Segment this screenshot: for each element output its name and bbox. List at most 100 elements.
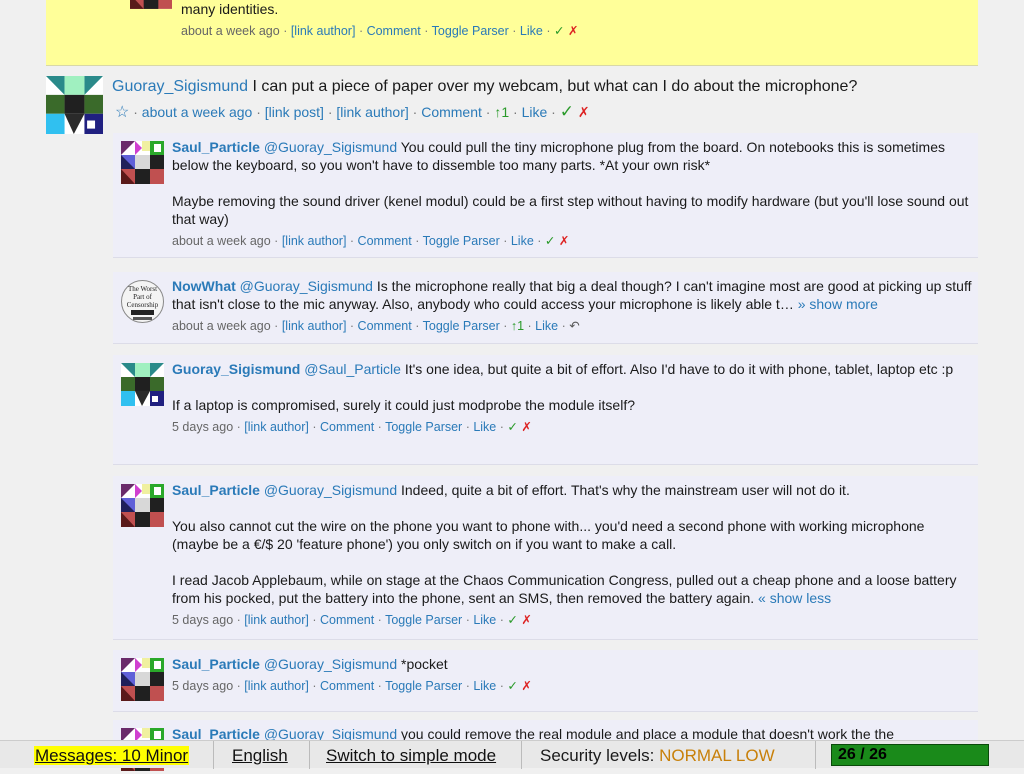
check-icon[interactable]: ✓ bbox=[507, 420, 517, 434]
mention-link[interactable]: @Guoray_Sigismund bbox=[240, 278, 373, 294]
show-less-link[interactable]: « show less bbox=[758, 590, 831, 606]
toggle-parser-link[interactable]: Toggle Parser bbox=[385, 420, 462, 434]
reply-text: Indeed, quite a bit of effort. That's wh… bbox=[401, 482, 850, 498]
toggle-parser-link[interactable]: Toggle Parser bbox=[423, 234, 500, 248]
check-icon[interactable]: ✓ bbox=[507, 679, 517, 693]
identicon-avatar[interactable] bbox=[121, 658, 164, 701]
svg-text:The Worst: The Worst bbox=[128, 285, 157, 293]
identicon-avatar[interactable] bbox=[121, 141, 164, 184]
timestamp: about a week ago bbox=[172, 234, 271, 248]
comment-link[interactable]: Comment bbox=[320, 679, 374, 693]
reply-text: You also cannot cut the wire on the phon… bbox=[172, 518, 925, 552]
check-icon[interactable]: ✓ bbox=[554, 24, 564, 38]
timestamp: 5 days ago bbox=[172, 679, 234, 693]
toggle-parser-link[interactable]: Toggle Parser bbox=[423, 319, 500, 333]
check-icon[interactable]: ✓ bbox=[560, 102, 574, 121]
status-bar: Messages: 10 Minor English Switch to sim… bbox=[0, 740, 1024, 769]
comment-text: many identities. bbox=[181, 1, 279, 17]
reply: The Worst Part of Censorship NowWhat @Gu… bbox=[113, 272, 978, 344]
link-author[interactable]: [link author] bbox=[244, 613, 309, 627]
reply-meta: 5 days ago · [link author] · Comment · T… bbox=[172, 420, 532, 434]
cross-icon[interactable]: ✗ bbox=[559, 234, 569, 248]
security-label: Security levels: bbox=[540, 746, 655, 765]
timestamp: about a week ago bbox=[172, 319, 271, 333]
identicon-avatar[interactable] bbox=[121, 484, 164, 527]
link-author[interactable]: [link author] bbox=[282, 234, 347, 248]
link-post[interactable]: [link post] bbox=[265, 104, 324, 120]
reply-meta: 5 days ago · [link author] · Comment · T… bbox=[172, 679, 532, 693]
like-link[interactable]: Like bbox=[522, 104, 548, 120]
link-author[interactable]: [link author] bbox=[282, 319, 347, 333]
cross-icon[interactable]: ✗ bbox=[568, 24, 578, 38]
link-author[interactable]: [link author] bbox=[336, 104, 408, 120]
reply: Saul_Particle @Guoray_Sigismund Indeed, … bbox=[113, 476, 978, 640]
vote-count: ↑1 bbox=[494, 104, 510, 120]
comment-link[interactable]: Comment bbox=[358, 319, 412, 333]
post-header: Guoray_Sigismund I can put a piece of pa… bbox=[112, 78, 857, 96]
newspaper-avatar[interactable]: The Worst Part of Censorship bbox=[121, 280, 164, 323]
identicon-avatar[interactable] bbox=[130, 0, 172, 26]
post-author[interactable]: Guoray_Sigismund bbox=[112, 78, 248, 95]
reply: Saul_Particle @Guoray_Sigismund You coul… bbox=[113, 133, 978, 258]
cross-icon[interactable]: ✗ bbox=[578, 104, 590, 120]
cross-icon[interactable]: ✗ bbox=[521, 679, 531, 693]
messages-link[interactable]: Messages: 10 Minor bbox=[34, 746, 190, 765]
link-author[interactable]: [link author] bbox=[244, 679, 309, 693]
post-text: I can put a piece of paper over my webca… bbox=[252, 78, 858, 95]
link-author[interactable]: [link author] bbox=[291, 24, 356, 38]
identicon-avatar[interactable] bbox=[46, 76, 103, 134]
highlighted-comment: many identities. about a week ago · [lin… bbox=[46, 0, 978, 66]
reply-meta: about a week ago · [link author] · Comme… bbox=[172, 319, 580, 333]
page-counter: 26 / 26 bbox=[831, 744, 989, 766]
reply-meta: about a week ago · [link author] · Comme… bbox=[172, 234, 570, 248]
mention-link[interactable]: @Guoray_Sigismund bbox=[264, 482, 397, 498]
cross-icon[interactable]: ✗ bbox=[521, 420, 531, 434]
language-link[interactable]: English bbox=[232, 746, 288, 765]
like-link[interactable]: Like bbox=[511, 234, 534, 248]
timestamp[interactable]: about a week ago bbox=[142, 104, 253, 120]
security-normal[interactable]: NORMAL bbox=[659, 746, 731, 765]
star-icon[interactable]: ☆ bbox=[115, 104, 129, 121]
comment-link[interactable]: Comment bbox=[320, 613, 374, 627]
undo-icon[interactable]: ↶ bbox=[569, 319, 579, 333]
link-author[interactable]: [link author] bbox=[244, 420, 309, 434]
toggle-parser-link[interactable]: Toggle Parser bbox=[432, 24, 509, 38]
show-more-link[interactable]: » show more bbox=[798, 296, 878, 312]
svg-text:Part of: Part of bbox=[133, 293, 153, 301]
mention-link[interactable]: @Guoray_Sigismund bbox=[264, 656, 397, 672]
like-link[interactable]: Like bbox=[473, 613, 496, 627]
cross-icon[interactable]: ✗ bbox=[521, 613, 531, 627]
comment-link[interactable]: Comment bbox=[421, 104, 482, 120]
comment-link[interactable]: Comment bbox=[320, 420, 374, 434]
like-link[interactable]: Like bbox=[473, 420, 496, 434]
security-low[interactable]: LOW bbox=[736, 746, 775, 765]
reply-author[interactable]: Saul_Particle bbox=[172, 656, 260, 672]
comment-link[interactable]: Comment bbox=[358, 234, 412, 248]
reply: Saul_Particle @Guoray_Sigismund *pocket … bbox=[113, 650, 978, 712]
timestamp: 5 days ago bbox=[172, 613, 234, 627]
reply-author[interactable]: Saul_Particle bbox=[172, 482, 260, 498]
mention-link[interactable]: @Saul_Particle bbox=[304, 361, 401, 377]
toggle-parser-link[interactable]: Toggle Parser bbox=[385, 679, 462, 693]
like-link[interactable]: Like bbox=[473, 679, 496, 693]
check-icon[interactable]: ✓ bbox=[545, 234, 555, 248]
reply-author[interactable]: Saul_Particle bbox=[172, 139, 260, 155]
like-link[interactable]: Like bbox=[520, 24, 543, 38]
timestamp: 5 days ago bbox=[172, 420, 234, 434]
reply-text: *pocket bbox=[401, 656, 448, 672]
like-link[interactable]: Like bbox=[535, 319, 558, 333]
post-meta: ☆ · about a week ago · [link post] · [li… bbox=[115, 102, 590, 121]
reply-text: If a laptop is compromised, surely it co… bbox=[172, 397, 636, 413]
reply-text: It's one idea, but quite a bit of effort… bbox=[404, 361, 954, 377]
reply-text: I read Jacob Applebaum, while on stage a… bbox=[172, 572, 957, 606]
check-icon[interactable]: ✓ bbox=[507, 613, 517, 627]
reply-author[interactable]: NowWhat bbox=[172, 278, 236, 294]
identicon-avatar[interactable] bbox=[121, 363, 164, 406]
simple-mode-link[interactable]: Switch to simple mode bbox=[326, 746, 496, 765]
reply: Guoray_Sigismund @Saul_Particle It's one… bbox=[113, 355, 978, 465]
comment-link[interactable]: Comment bbox=[367, 24, 421, 38]
toggle-parser-link[interactable]: Toggle Parser bbox=[385, 613, 462, 627]
reply-author[interactable]: Guoray_Sigismund bbox=[172, 361, 300, 377]
reply-text: Maybe removing the sound driver (kenel m… bbox=[172, 193, 969, 227]
mention-link[interactable]: @Guoray_Sigismund bbox=[264, 139, 397, 155]
